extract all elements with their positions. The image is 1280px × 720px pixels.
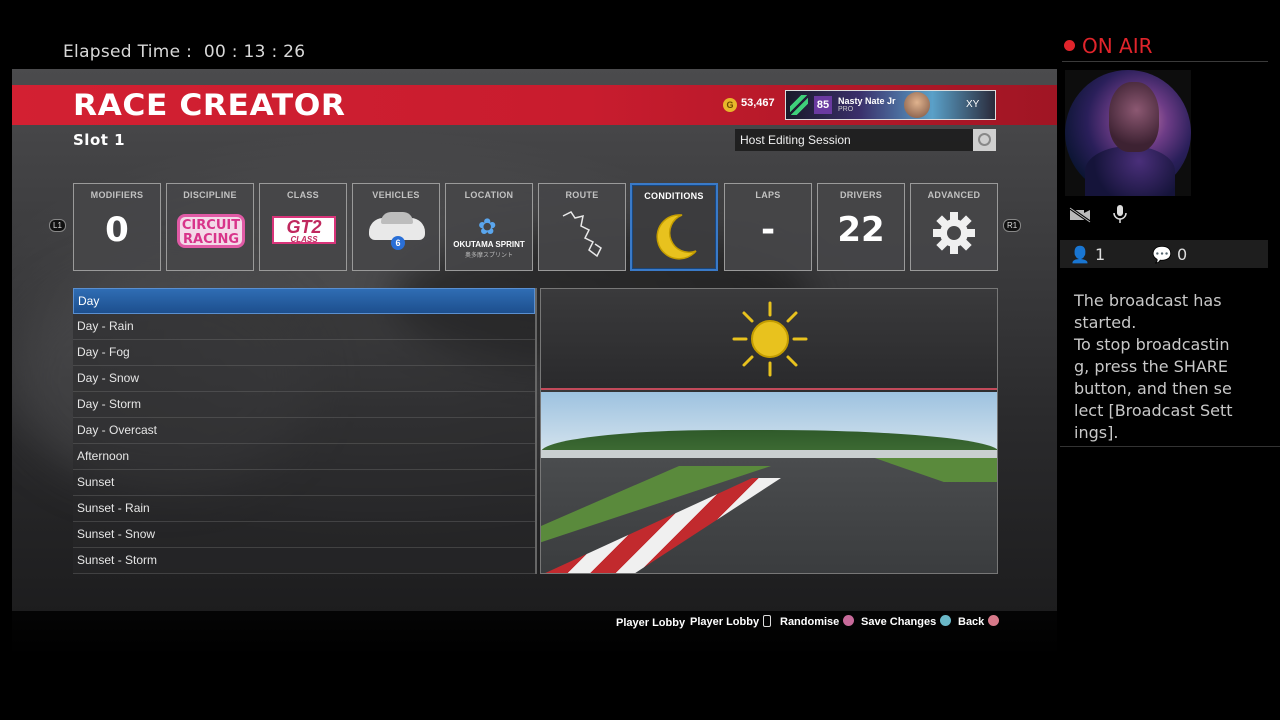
- tab-label: ADVANCED: [927, 190, 981, 200]
- page-title: RACE CREATOR: [73, 88, 346, 122]
- game-screen: RACE CREATOR G 53,467 85 Nasty Nate Jr PR…: [12, 69, 1057, 657]
- player-lobby-prompt-2[interactable]: Player Lobby: [690, 615, 772, 628]
- tab-location[interactable]: LOCATION ✿ OKUTAMA SPRINT 奥多摩スプリント: [445, 183, 533, 271]
- conditions-list: Day Day - Rain Day - Fog Day - Snow Day …: [73, 288, 535, 574]
- tab-label: DISCIPLINE: [183, 190, 237, 200]
- tab-vehicles[interactable]: VEHICLES 6: [352, 183, 440, 271]
- drivers-value: 22: [837, 210, 885, 250]
- condition-item-afternoon[interactable]: Afternoon: [73, 444, 535, 470]
- category-tabs: MODIFIERS 0 DISCIPLINE CIRCUIT RACING CL…: [73, 183, 999, 271]
- moon-icon: [656, 214, 697, 260]
- broadcast-panel: ON AIR 👤 1 💬 0 The broadcast has started…: [1060, 28, 1280, 720]
- condition-item-day-overcast[interactable]: Day - Overcast: [73, 418, 535, 444]
- broadcast-controls: [1068, 204, 1144, 228]
- credits-display: G 53,467: [723, 97, 775, 112]
- options-button-icon: [763, 615, 772, 627]
- steering-wheel-icon[interactable]: [973, 129, 996, 151]
- tab-label: MODIFIERS: [90, 190, 144, 200]
- car-icon: 6: [369, 208, 425, 250]
- circuit-racing-logo: CIRCUIT RACING: [177, 214, 245, 248]
- tab-modifiers[interactable]: MODIFIERS 0: [73, 183, 161, 271]
- condition-preview: [540, 288, 998, 574]
- r1-button-icon[interactable]: R1: [1003, 219, 1022, 232]
- on-air-indicator: ON AIR: [1064, 34, 1153, 58]
- comment-count: 💬 0: [1152, 245, 1188, 264]
- cherry-blossom-icon: ✿: [478, 214, 497, 239]
- player-tier: PRO: [838, 106, 854, 113]
- tab-label: CLASS: [286, 190, 319, 200]
- microphone-icon[interactable]: [1112, 204, 1128, 229]
- tab-class[interactable]: CLASS GT2 CLASS: [259, 183, 347, 271]
- player-lobby-prompt-1[interactable]: Player Lobby: [616, 617, 685, 629]
- credits-value: 53,467: [741, 97, 775, 109]
- condition-item-sunset-storm[interactable]: Sunset - Storm: [73, 548, 535, 574]
- tab-label: LAPS: [755, 190, 781, 200]
- player-avatar: [904, 92, 930, 118]
- camera-feed: [1065, 70, 1191, 196]
- condition-item-day[interactable]: Day: [73, 288, 535, 314]
- tab-route[interactable]: ROUTE: [538, 183, 626, 271]
- list-scrollbar[interactable]: [535, 288, 537, 574]
- tab-label: DRIVERS: [839, 190, 883, 200]
- condition-item-day-storm[interactable]: Day - Storm: [73, 392, 535, 418]
- slot-label: Slot 1: [73, 131, 126, 149]
- gt2-class-logo: GT2 CLASS: [272, 216, 336, 244]
- viewer-count: 👤 1: [1070, 245, 1106, 264]
- tab-label: ROUTE: [565, 190, 599, 200]
- weather-icon-panel: [541, 289, 997, 390]
- elapsed-time: Elapsed Time : 00 : 13 : 26: [63, 42, 305, 62]
- player-profile-card[interactable]: 85 Nasty Nate Jr PRO XY: [785, 90, 996, 120]
- condition-item-sunset-rain[interactable]: Sunset - Rain: [73, 496, 535, 522]
- tab-laps[interactable]: LAPS -: [724, 183, 812, 271]
- vehicle-count-badge: 6: [391, 236, 405, 250]
- person-icon: 👤: [1070, 245, 1090, 264]
- tab-conditions[interactable]: CONDITIONS: [630, 183, 718, 271]
- location-name: OKUTAMA SPRINT: [453, 240, 525, 249]
- elapsed-time-label: Elapsed Time :: [63, 42, 193, 62]
- randomise-prompt[interactable]: Randomise: [780, 615, 855, 628]
- host-editing-session: Host Editing Session: [735, 129, 975, 151]
- tab-advanced[interactable]: ADVANCED: [910, 183, 998, 271]
- location-name-jp: 奥多摩スプリント: [464, 253, 513, 259]
- back-prompt[interactable]: Back: [958, 615, 1000, 628]
- condition-item-day-fog[interactable]: Day - Fog: [73, 340, 535, 366]
- gear-icon: [933, 212, 975, 254]
- condition-item-sunset[interactable]: Sunset: [73, 470, 535, 496]
- circle-button-icon: [988, 615, 1000, 626]
- track-preview-image: [541, 392, 997, 573]
- player-level: 85: [814, 96, 832, 114]
- l1-button-icon[interactable]: L1: [49, 219, 66, 232]
- comment-icon: 💬: [1152, 245, 1172, 264]
- controller-prompts: Player Lobby Player Lobby Randomise Save…: [12, 611, 1057, 641]
- live-dot-icon: [1064, 40, 1075, 51]
- cross-button-icon: [940, 615, 952, 626]
- modifiers-value: 0: [105, 210, 129, 250]
- tab-label: LOCATION: [464, 190, 514, 200]
- condition-item-sunset-snow[interactable]: Sunset - Snow: [73, 522, 535, 548]
- broadcast-message: The broadcast has started. To stop broad…: [1074, 291, 1233, 442]
- tab-drivers[interactable]: DRIVERS 22: [817, 183, 905, 271]
- platform-tag: XY: [966, 99, 980, 110]
- credits-coin-icon: G: [723, 98, 737, 112]
- elapsed-time-value: 00 : 13 : 26: [203, 42, 306, 62]
- tab-discipline[interactable]: DISCIPLINE CIRCUIT RACING: [166, 183, 254, 271]
- tab-label: VEHICLES: [372, 190, 420, 200]
- save-changes-prompt[interactable]: Save Changes: [861, 615, 952, 628]
- camera-off-icon[interactable]: [1068, 206, 1092, 229]
- condition-item-day-rain[interactable]: Day - Rain: [73, 314, 535, 340]
- tab-label: CONDITIONS: [644, 191, 704, 201]
- sun-icon: [732, 301, 808, 377]
- rank-stripes-icon: [790, 95, 808, 115]
- player-name: Nasty Nate Jr: [838, 96, 896, 106]
- broadcast-stats: 👤 1 💬 0: [1060, 240, 1268, 268]
- route-map-icon: [562, 211, 602, 258]
- square-button-icon: [843, 615, 855, 626]
- condition-item-day-snow[interactable]: Day - Snow: [73, 366, 535, 392]
- laps-value: -: [760, 210, 776, 250]
